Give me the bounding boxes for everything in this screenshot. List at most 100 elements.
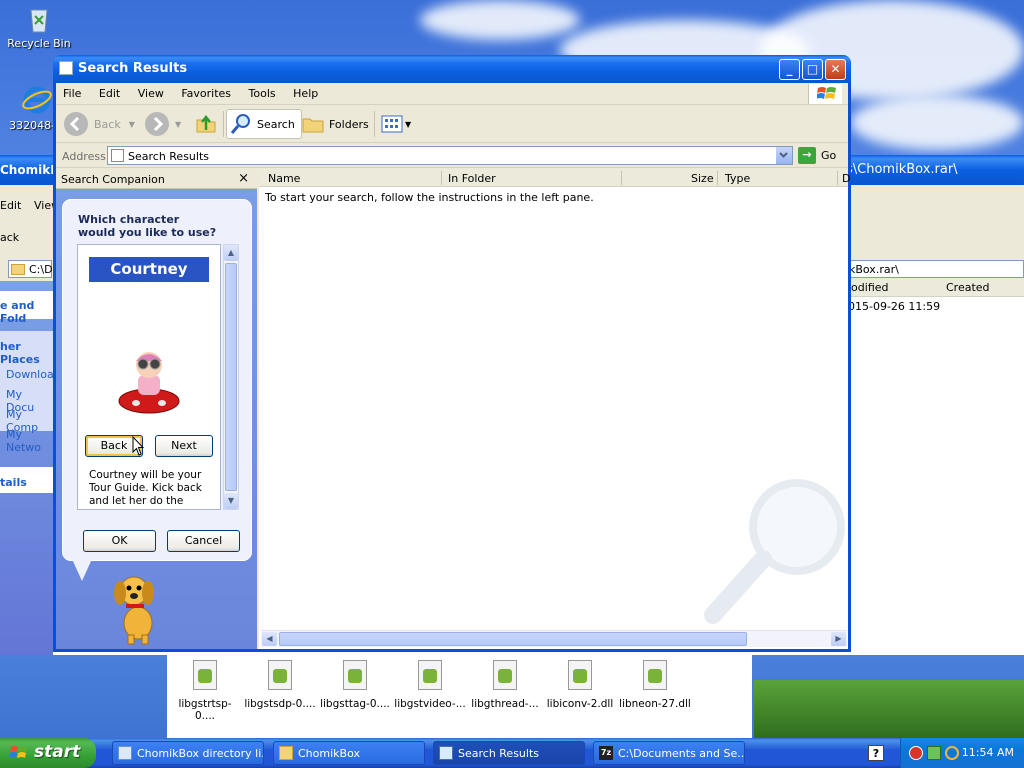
help-icon[interactable]: ?	[868, 745, 884, 761]
column-separator[interactable]	[621, 171, 622, 185]
horizontal-scroll-thumb[interactable]	[279, 632, 747, 646]
search-icon	[230, 114, 250, 134]
bg-address-value: C:\D	[29, 263, 53, 276]
up-folder-button[interactable]	[194, 109, 218, 139]
taskbar-item-chomikbox-directory[interactable]: ChomikBox directory li...	[112, 741, 264, 765]
column-type[interactable]: Type	[725, 172, 750, 185]
ie-page-icon	[118, 746, 132, 760]
character-next-button[interactable]: Next	[155, 435, 213, 457]
menu-view[interactable]: View	[131, 83, 171, 104]
bg-back-button[interactable]: ack	[0, 231, 19, 244]
menu-help[interactable]: Help	[286, 83, 325, 104]
bg-file-folder-tasks[interactable]: e and Fold	[0, 299, 53, 325]
bg-details-title[interactable]: tails	[0, 476, 27, 489]
results-list-view[interactable]: Name In Folder Size Type D To start your…	[259, 169, 850, 649]
background-window-path: s\ChomikBox.rar\	[846, 162, 958, 177]
column-separator[interactable]	[837, 171, 838, 185]
chevron-down-icon: ▼	[405, 119, 412, 129]
tray-security-icon[interactable]	[909, 746, 923, 760]
ok-button[interactable]: OK	[83, 530, 156, 552]
column-date[interactable]: D	[842, 172, 850, 185]
scroll-up-button[interactable]: ▲	[224, 245, 238, 261]
bg-place-link[interactable]: My Netwo	[6, 428, 53, 454]
dll-file-icon	[268, 660, 292, 690]
file-item[interactable]: libgstrtsp-0....	[169, 660, 241, 722]
close-button[interactable]: ✕	[825, 59, 846, 80]
menu-tools[interactable]: Tools	[242, 83, 283, 104]
go-button[interactable]: → Go	[798, 147, 836, 164]
desktop-icon-label: Recycle Bin	[7, 37, 71, 50]
forward-button[interactable]: ▼	[145, 109, 181, 139]
go-label: Go	[821, 149, 837, 162]
background-task-pane: e and Fold her Places Download My Docu M…	[0, 281, 61, 655]
file-item[interactable]: libgstsdp-0....	[244, 660, 316, 710]
cancel-button[interactable]: Cancel	[167, 530, 240, 552]
file-item[interactable]: libgsttag-0....	[319, 660, 391, 710]
column-separator[interactable]	[441, 171, 442, 185]
scroll-left-button[interactable]: ◀	[262, 632, 277, 646]
tray-network-icon[interactable]	[927, 746, 941, 760]
character-question: Which character would you like to use?	[78, 213, 217, 239]
menu-bar: File Edit View Favorites Tools Help	[56, 83, 848, 105]
windows-flag-icon	[10, 746, 27, 758]
task-label: C:\Documents and Se...	[618, 747, 745, 760]
task-label: ChomikBox directory li...	[137, 747, 264, 760]
task-label: Search Results	[458, 747, 540, 760]
address-dropdown-button[interactable]	[775, 147, 792, 164]
address-field[interactable]: Search Results	[107, 146, 793, 165]
file-name: libgstrtsp-0....	[178, 698, 232, 722]
back-button[interactable]: Back ▼	[64, 109, 135, 139]
menu-file[interactable]: File	[56, 83, 88, 104]
search-button[interactable]: Search	[226, 109, 302, 139]
bubble-tail	[72, 559, 92, 581]
up-folder-icon	[196, 114, 216, 133]
file-name: libgstvideo-...	[394, 698, 466, 710]
character-panel-scrollbar[interactable]: ▲ ▼	[223, 244, 239, 510]
bg-col-created[interactable]: Created	[946, 281, 990, 294]
taskbar-item-search-results[interactable]: Search Results	[433, 741, 585, 765]
scroll-right-button[interactable]: ▶	[831, 632, 846, 646]
character-preview-panel: Courtney Back Next Courtney will be your	[77, 244, 221, 510]
menu-edit[interactable]: Edit	[92, 83, 127, 104]
menu-favorites[interactable]: Favorites	[174, 83, 238, 104]
minimize-button[interactable]: _	[779, 59, 800, 80]
search-results-window[interactable]: Search Results _ □ ✕ File Edit View Favo…	[53, 55, 851, 652]
column-size[interactable]: Size	[691, 172, 714, 185]
file-name: libiconv-2.dll	[546, 698, 614, 710]
file-name: libgstsdp-0....	[244, 698, 316, 710]
dll-file-icon	[568, 660, 592, 690]
courtney-character-icon	[118, 352, 180, 414]
scroll-down-button[interactable]: ▼	[224, 493, 238, 509]
tray-search-icon[interactable]	[945, 746, 959, 760]
file-item[interactable]: libneon-27.dll	[619, 660, 691, 710]
file-item[interactable]: libgstvideo-...	[394, 660, 466, 710]
empty-results-message: To start your search, follow the instruc…	[265, 191, 594, 204]
taskbar-item-7zip[interactable]: 7z C:\Documents and Se...	[593, 741, 745, 765]
views-button[interactable]: ▼	[381, 109, 411, 139]
desktop-icon-recycle-bin[interactable]: Recycle Bin	[4, 2, 74, 50]
column-in-folder[interactable]: In Folder	[448, 172, 496, 185]
magnifier-watermark-icon	[704, 479, 845, 624]
taskbar-item-chomikbox[interactable]: ChomikBox	[273, 741, 425, 765]
horizontal-scrollbar[interactable]: ◀ ▶	[261, 630, 847, 647]
search-companion-header: Search Companion ×	[56, 169, 257, 189]
scroll-thumb[interactable]	[225, 263, 237, 491]
folder-icon	[279, 746, 293, 760]
bg-other-places-title[interactable]: her Places	[0, 340, 53, 366]
bg-col-modified[interactable]: lodified	[848, 281, 889, 294]
forward-arrow-icon	[145, 112, 169, 136]
maximize-button[interactable]: □	[802, 59, 823, 80]
rover-dog-icon[interactable]	[106, 571, 166, 645]
clock[interactable]: 11:54 AM	[962, 746, 1014, 759]
column-name[interactable]: Name	[268, 172, 300, 185]
window-titlebar[interactable]: Search Results _ □ ✕	[53, 55, 851, 83]
close-pane-button[interactable]: ×	[238, 171, 249, 186]
back-arrow-icon	[64, 112, 88, 136]
file-item[interactable]: libgthread-...	[469, 660, 541, 710]
file-item[interactable]: libiconv-2.dll	[544, 660, 616, 710]
folders-button[interactable]: Folders	[301, 109, 369, 139]
column-separator[interactable]	[717, 171, 718, 185]
start-button[interactable]: start	[0, 738, 96, 768]
maximize-icon: □	[806, 62, 819, 76]
minimize-icon: _	[786, 62, 793, 76]
